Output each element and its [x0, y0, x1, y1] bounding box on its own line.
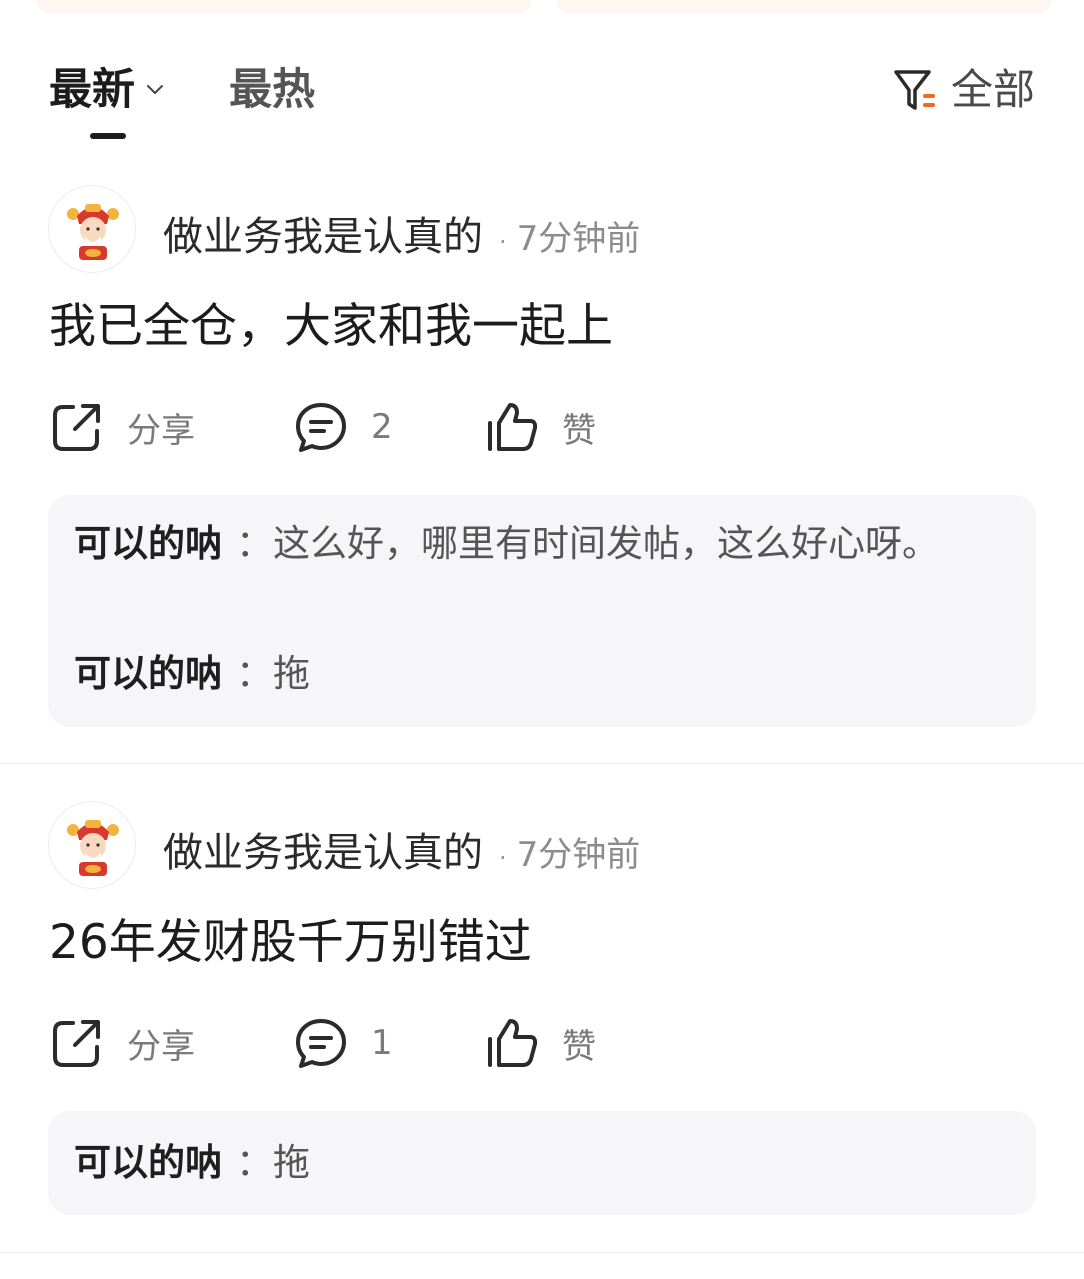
comment-icon [296, 1019, 346, 1068]
sort-tabs-bar: 最新 最热 全部 [0, 40, 1084, 150]
like-button[interactable]: 赞 [484, 395, 596, 459]
post-divider [0, 763, 1084, 764]
filter-label: 全部 [950, 65, 1035, 114]
reply-text: ：这么好，哪里有时间发帖，这么好心呀。 [236, 522, 939, 565]
reply-item[interactable]: 可以的呐 ：拖 [74, 1134, 996, 1192]
like-label: 赞 [562, 1026, 596, 1067]
comment-count: 2 [371, 407, 393, 447]
tab-hot[interactable]: 最热 [229, 64, 315, 116]
meta-separator: · [499, 844, 507, 872]
filter-button[interactable]: 全部 [893, 64, 1035, 116]
comment-button[interactable]: 1 [293, 1011, 393, 1075]
previous-card-right [556, 0, 1052, 14]
share-button[interactable]: 分享 [49, 395, 195, 459]
share-label: 分享 [127, 1026, 195, 1067]
share-label: 分享 [127, 410, 195, 451]
filter-icon [894, 70, 935, 110]
avatar-caishen-icon [67, 204, 119, 260]
reply-preview-box[interactable]: 可以的呐 ：拖 [48, 1111, 1036, 1215]
previous-card-left [36, 0, 532, 14]
comment-count: 1 [371, 1023, 393, 1063]
comment-button[interactable]: 2 [293, 395, 393, 459]
like-label: 赞 [562, 410, 596, 451]
chevron-down-icon[interactable] [143, 78, 167, 102]
meta-separator: · [499, 228, 507, 256]
like-button[interactable]: 赞 [484, 1011, 596, 1075]
post-meta: 做业务我是认真的 · 7分钟前 [163, 820, 640, 878]
share-icon [53, 404, 100, 451]
reply-username[interactable]: 可以的呐 [74, 1141, 222, 1184]
avatar-caishen-icon [67, 820, 119, 876]
thumbs-up-icon [488, 1019, 538, 1067]
reply-username[interactable]: 可以的呐 [74, 522, 222, 565]
share-button[interactable]: 分享 [49, 1011, 195, 1075]
tab-latest[interactable]: 最新 [49, 64, 135, 116]
comment-icon [296, 403, 346, 452]
post-actions: 分享 2 赞 [0, 395, 1084, 459]
post-meta: 做业务我是认真的 · 7分钟前 [163, 204, 640, 262]
active-tab-indicator [90, 133, 126, 139]
post-actions: 分享 1 赞 [0, 1011, 1084, 1075]
author-name[interactable]: 做业务我是认真的 [163, 820, 483, 878]
share-icon [53, 1020, 100, 1067]
post-content[interactable]: 我已全仓，大家和我一起上 [49, 297, 613, 357]
reply-item[interactable]: 可以的呐 ：拖 [74, 645, 996, 703]
reply-text: ：拖 [236, 1141, 310, 1184]
author-avatar[interactable] [48, 185, 136, 273]
previous-cards-strip [0, 0, 1084, 16]
thumbs-up-icon [488, 403, 538, 451]
reply-username[interactable]: 可以的呐 [74, 652, 222, 695]
post-time: 7分钟前 [516, 219, 641, 259]
post-content[interactable]: 26年发财股千万别错过 [49, 913, 532, 973]
reply-text: ：拖 [236, 652, 310, 695]
post-time: 7分钟前 [516, 835, 641, 875]
author-name[interactable]: 做业务我是认真的 [163, 204, 483, 262]
author-avatar[interactable] [48, 801, 136, 889]
reply-item[interactable]: 可以的呐 ：这么好，哪里有时间发帖，这么好心呀。 [74, 515, 996, 573]
reply-preview-box[interactable]: 可以的呐 ：这么好，哪里有时间发帖，这么好心呀。 可以的呐 ：拖 [48, 495, 1036, 727]
post-divider [0, 1252, 1084, 1253]
